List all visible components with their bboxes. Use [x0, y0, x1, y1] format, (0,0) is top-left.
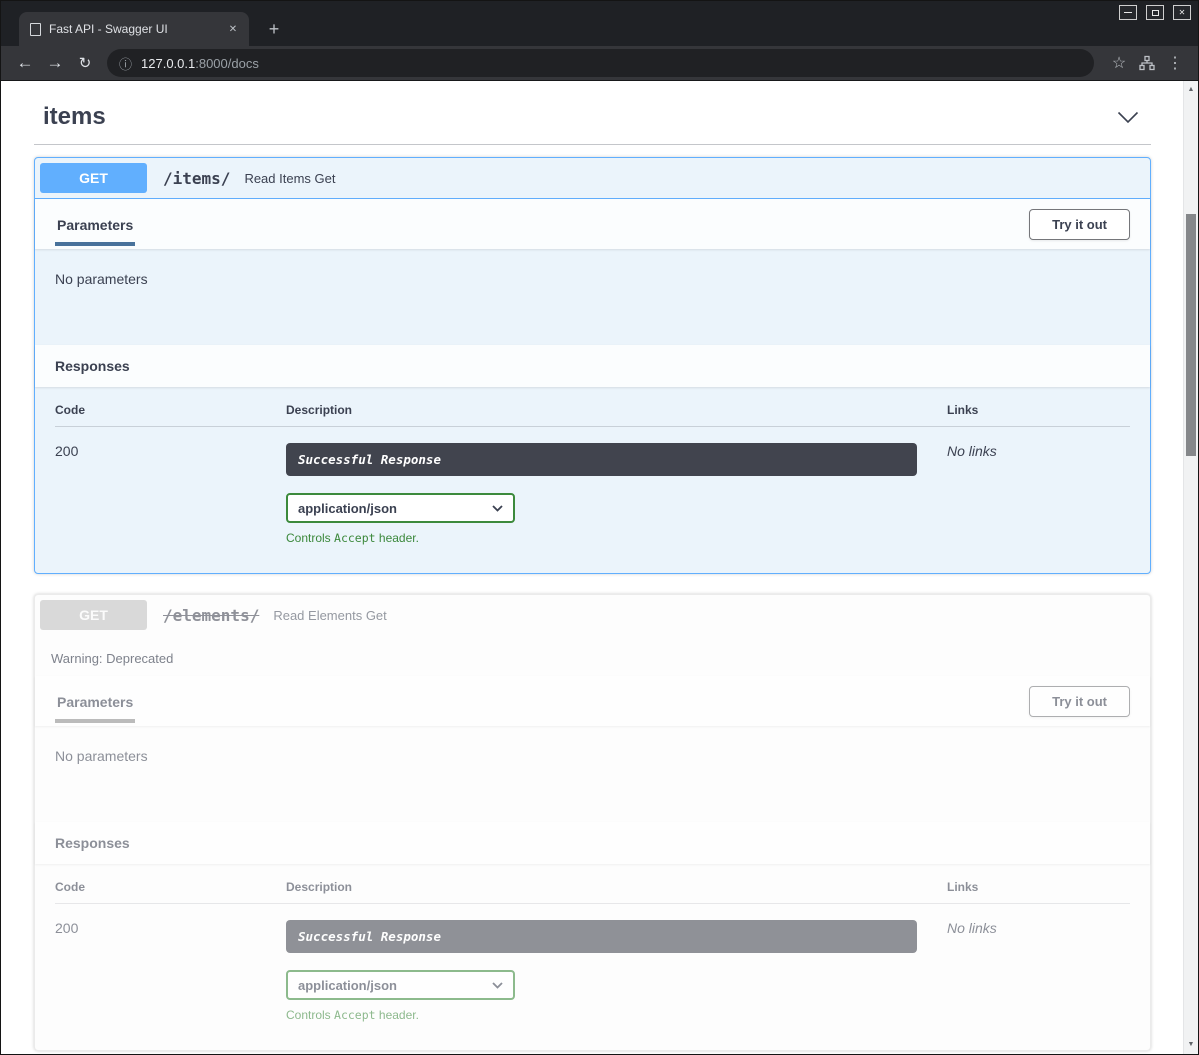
tab-parameters[interactable]: Parameters — [55, 679, 135, 723]
vertical-scrollbar[interactable]: ▲ ▼ — [1183, 81, 1198, 1054]
url-path: :8000/docs — [195, 56, 259, 71]
browser-window: Fast API - Swagger UI ✕ + ✕ ← → ↻ ⓘ 127.… — [0, 0, 1199, 1055]
forward-icon[interactable]: → — [41, 49, 69, 77]
no-parameters-text: No parameters — [35, 249, 1150, 345]
url-host: 127.0.0.1 — [141, 56, 195, 71]
try-it-out-button[interactable]: Try it out — [1029, 686, 1130, 717]
deprecated-warning: Warning: Deprecated — [35, 635, 1150, 676]
endpoint-summary: Read Elements Get — [269, 608, 386, 623]
parameters-header: Parameters Try it out — [35, 199, 1150, 249]
responses-header: Responses — [35, 345, 1150, 387]
browser-toolbar: ← → ↻ ⓘ 127.0.0.1:8000/docs ☆ ⋮ — [1, 46, 1198, 81]
col-header-links: Links — [947, 403, 1130, 427]
accept-code: Accept — [334, 531, 376, 545]
new-tab-button[interactable]: + — [262, 17, 286, 41]
site-tree-glyph — [1139, 55, 1155, 71]
swagger-ui: items GET /items/ Read Items Get Paramet… — [1, 81, 1183, 1054]
scroll-down-icon[interactable]: ▼ — [1184, 1038, 1198, 1051]
response-links: No links — [947, 427, 1130, 545]
maximize-icon — [1152, 10, 1159, 16]
page-favicon-icon — [30, 23, 41, 36]
responses-title: Responses — [55, 358, 130, 374]
tab-close-icon[interactable]: ✕ — [225, 21, 241, 37]
media-type-value: application/json — [298, 978, 397, 993]
menu-kebab-icon[interactable]: ⋮ — [1162, 50, 1188, 76]
col-header-links: Links — [947, 880, 1130, 904]
window-controls: ✕ — [1119, 5, 1191, 20]
endpoint-summary: Read Items Get — [240, 171, 335, 186]
url-text: 127.0.0.1:8000/docs — [141, 56, 259, 71]
col-header-code: Code — [55, 880, 286, 904]
section-chevron-icon[interactable] — [1117, 111, 1139, 124]
minimize-icon — [1124, 12, 1132, 13]
response-links: No links — [947, 904, 1130, 1022]
responses-body: Code Description Links 200 Successful Re… — [35, 387, 1150, 573]
responses-header: Responses — [35, 822, 1150, 864]
media-type-select[interactable]: application/json — [286, 970, 515, 1000]
minimize-button[interactable] — [1119, 5, 1137, 20]
no-parameters-text: No parameters — [35, 726, 1150, 822]
controls-accept-note: Controls Accept header. — [286, 1008, 947, 1022]
titlebar: Fast API - Swagger UI ✕ + ✕ — [1, 1, 1198, 46]
page-content: items GET /items/ Read Items Get Paramet… — [1, 81, 1198, 1054]
reload-icon[interactable]: ↻ — [71, 49, 99, 77]
deprecated-body: Parameters Try it out No parameters Resp… — [35, 676, 1150, 1050]
browser-tab[interactable]: Fast API - Swagger UI ✕ — [19, 12, 249, 46]
response-description: Successful Response — [286, 920, 917, 953]
opblock-get-items: GET /items/ Read Items Get Parameters Tr… — [34, 157, 1151, 574]
tab-parameters[interactable]: Parameters — [55, 202, 135, 246]
responses-table: Code Description Links 200 Successful Re… — [55, 880, 1130, 1022]
scroll-up-icon[interactable]: ▲ — [1184, 83, 1198, 96]
responses-table: Code Description Links 200 Successful Re… — [55, 403, 1130, 545]
address-bar[interactable]: ⓘ 127.0.0.1:8000/docs — [107, 49, 1094, 77]
try-it-out-button[interactable]: Try it out — [1029, 209, 1130, 240]
tab-title: Fast API - Swagger UI — [49, 22, 217, 36]
media-type-value: application/json — [298, 501, 397, 516]
responses-title: Responses — [55, 835, 130, 851]
response-description-cell: Successful Response application/json Con… — [286, 904, 947, 1022]
endpoint-path: /elements/ — [147, 606, 269, 625]
opblock-get-elements-deprecated: GET /elements/ Read Elements Get Warning… — [34, 594, 1151, 1051]
scrollbar-thumb[interactable] — [1186, 214, 1196, 456]
col-header-description: Description — [286, 880, 947, 904]
method-badge: GET — [40, 163, 147, 193]
accept-code: Accept — [334, 1008, 376, 1022]
back-icon[interactable]: ← — [11, 49, 39, 77]
tag-section-header[interactable]: items — [34, 89, 1151, 145]
controls-accept-note: Controls Accept header. — [286, 531, 947, 545]
col-header-description: Description — [286, 403, 947, 427]
site-info-icon[interactable]: ⓘ — [119, 54, 132, 73]
site-tree-icon[interactable] — [1134, 50, 1160, 76]
bookmark-star-icon[interactable]: ☆ — [1106, 50, 1132, 76]
maximize-button[interactable] — [1146, 5, 1164, 20]
response-description: Successful Response — [286, 443, 917, 476]
responses-body: Code Description Links 200 Successful Re… — [35, 864, 1150, 1050]
method-badge: GET — [40, 600, 147, 630]
chevron-down-icon — [492, 982, 503, 989]
opblock-summary[interactable]: GET /elements/ Read Elements Get — [35, 595, 1150, 635]
response-description-cell: Successful Response application/json Con… — [286, 427, 947, 545]
col-header-code: Code — [55, 403, 286, 427]
media-type-select[interactable]: application/json — [286, 493, 515, 523]
parameters-header: Parameters Try it out — [35, 676, 1150, 726]
opblock-summary[interactable]: GET /items/ Read Items Get — [35, 158, 1150, 199]
response-code: 200 — [55, 427, 286, 545]
endpoint-path: /items/ — [147, 169, 240, 188]
tag-title: items — [43, 103, 106, 131]
chevron-down-icon — [492, 505, 503, 512]
response-code: 200 — [55, 904, 286, 1022]
close-button[interactable]: ✕ — [1173, 5, 1191, 20]
